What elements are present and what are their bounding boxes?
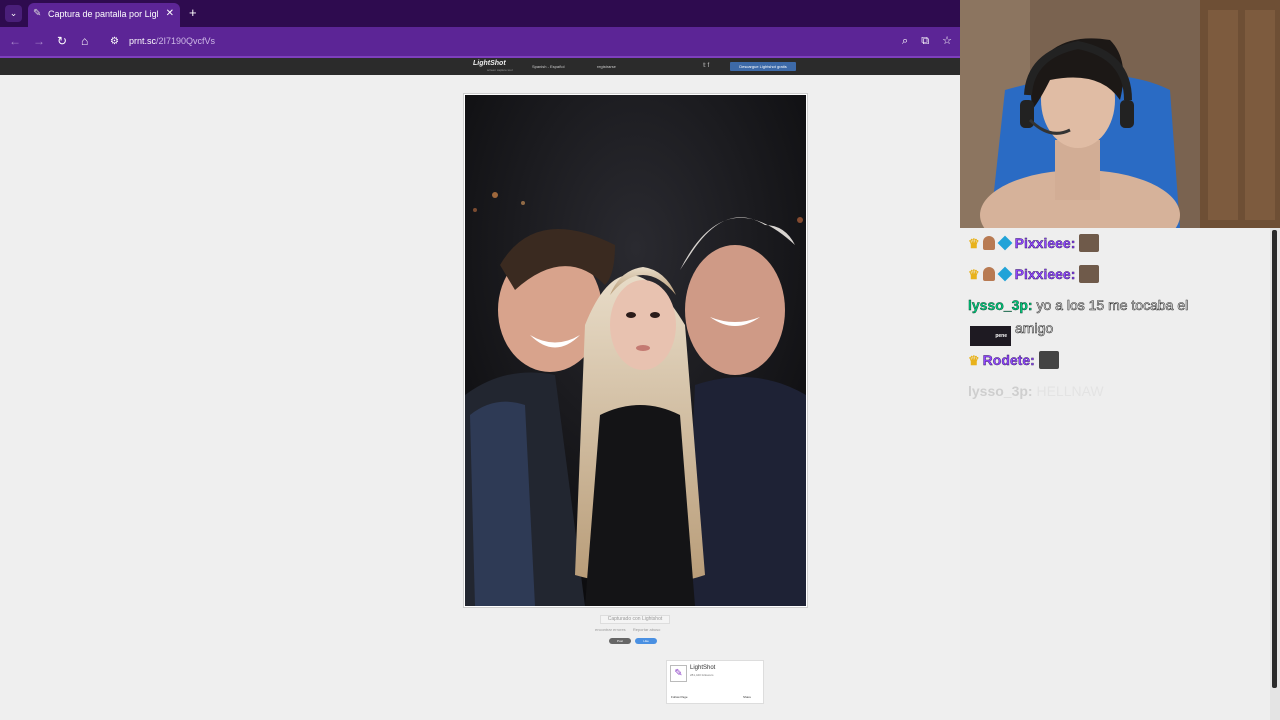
screenshot-image[interactable] bbox=[465, 95, 806, 606]
language-selector[interactable]: Spanish - Español bbox=[532, 64, 564, 69]
chat-username: lysso_3p: bbox=[968, 297, 1033, 313]
chat-message: ♛ Pixxieee: bbox=[968, 265, 1100, 283]
person-icon bbox=[982, 236, 995, 250]
fb-share-button[interactable]: Share bbox=[743, 695, 751, 699]
emote-icon: pene bbox=[970, 326, 1011, 346]
browser-tab-strip: ⌄ ✎ Captura de pantalla por Lightshot ✕ … bbox=[0, 0, 960, 27]
webcam-drawing bbox=[960, 0, 1280, 228]
screen: ⌄ ✎ Captura de pantalla por Lightshot ✕ … bbox=[0, 0, 1280, 720]
lightshot-logo[interactable]: LightShot bbox=[473, 60, 506, 67]
crown-icon: ♛ bbox=[968, 267, 980, 282]
new-tab-button[interactable]: + bbox=[189, 5, 197, 20]
url-path: /2I7190QvcfVs bbox=[156, 36, 216, 46]
emote-icon bbox=[1079, 234, 1100, 252]
chat-username: Pixxieee: bbox=[1014, 235, 1076, 251]
fb-page-name[interactable]: LightShot bbox=[690, 665, 715, 671]
facebook-page-widget: ✎ LightShot 281,440 followers Follow Pag… bbox=[666, 660, 764, 704]
crown-icon: ♛ bbox=[968, 353, 980, 368]
register-link[interactable]: registrarse bbox=[597, 64, 616, 69]
home-icon[interactable]: ⌂ bbox=[81, 34, 88, 48]
zoom-icon[interactable]: ⌕ bbox=[902, 35, 908, 47]
photo-drawing bbox=[465, 95, 806, 606]
star-icon[interactable]: ☆ bbox=[942, 35, 952, 47]
crown-icon: ♛ bbox=[968, 236, 980, 251]
lightshot-logo-subtitle: screen capture tool bbox=[487, 68, 513, 72]
url-actions: ⌕ ⧉ ☆ bbox=[892, 31, 952, 52]
chat-text: yo a los 15 me tocaba el bbox=[1036, 297, 1189, 314]
social-icons: 𝕥 f bbox=[703, 62, 709, 69]
download-button[interactable]: Descargue Lightshot gratis bbox=[730, 62, 796, 71]
lightshot-header: LightShot screen capture tool Spanish - … bbox=[0, 58, 960, 75]
site-info-icon[interactable]: ⚙ bbox=[110, 31, 119, 52]
url-domain: prnt.sc bbox=[129, 36, 157, 46]
browser-toolbar: ← → ↻ ⌂ ⚙ prnt.sc/2I7190QvcfVs ⌕ ⧉ ☆ bbox=[0, 27, 960, 56]
feather-icon: ✎ bbox=[33, 8, 42, 19]
address-bar[interactable]: ⚙ prnt.sc/2I7190QvcfVs ⌕ ⧉ ☆ bbox=[104, 31, 956, 52]
page-scrollbar[interactable] bbox=[1270, 228, 1280, 720]
chat-username: Rodete: bbox=[982, 352, 1035, 368]
image-links: encontrar errores Reportar abuso bbox=[595, 627, 666, 632]
chat-message: lysso_3p: yo a los 15 me tocaba el bbox=[968, 297, 1189, 314]
install-icon[interactable]: ⧉ bbox=[921, 35, 929, 47]
chat-message: ♛ Rodete: bbox=[968, 351, 1059, 369]
forward-icon[interactable]: → bbox=[33, 34, 45, 48]
fb-follower-count: 281,440 followers bbox=[690, 673, 714, 677]
chat-message: ♛ Pixxieee: bbox=[968, 234, 1100, 252]
scrollbar-thumb[interactable] bbox=[1272, 230, 1277, 688]
cube-icon bbox=[997, 235, 1013, 251]
found-error-link[interactable]: encontrar errores bbox=[595, 627, 626, 632]
chat-message-continued: pene amigo bbox=[970, 320, 1053, 346]
close-icon[interactable]: ✕ bbox=[166, 8, 174, 19]
chat-username: Pixxieee: bbox=[1014, 266, 1076, 282]
person-icon bbox=[982, 267, 995, 281]
fb-follow-button[interactable]: Follow Page bbox=[671, 695, 688, 699]
like-button[interactable]: Like bbox=[635, 638, 657, 644]
chat-message-fading: lysso_3p: HELLNAW bbox=[968, 383, 1104, 399]
browser-tab-active[interactable]: ✎ Captura de pantalla por Lightshot ✕ bbox=[28, 3, 180, 27]
reload-icon[interactable]: ↻ bbox=[57, 34, 67, 48]
chat-text: HELLNAW bbox=[1036, 383, 1104, 399]
post-button[interactable]: Post bbox=[609, 638, 631, 644]
report-abuse-link[interactable]: Reportar abuso bbox=[633, 627, 661, 632]
facebook-icon[interactable]: f bbox=[707, 63, 709, 69]
lightshot-feather-icon: ✎ bbox=[670, 665, 687, 682]
back-icon[interactable]: ← bbox=[9, 34, 21, 48]
tab-search-button[interactable]: ⌄ bbox=[5, 5, 22, 22]
chat-username: lysso_3p: bbox=[968, 383, 1033, 399]
webcam-overlay bbox=[960, 0, 1280, 228]
twitter-icon[interactable]: 𝕥 bbox=[703, 63, 706, 69]
emote-icon bbox=[1079, 265, 1100, 283]
emote-icon bbox=[1038, 351, 1059, 369]
chat-text: amigo bbox=[1015, 320, 1054, 337]
cube-icon bbox=[997, 266, 1013, 282]
tab-title: Captura de pantalla por Lightshot bbox=[48, 9, 158, 19]
captured-with-label[interactable]: Capturado con Lightshot bbox=[600, 615, 670, 624]
url-text: prnt.sc/2I7190QvcfVs bbox=[129, 31, 215, 52]
